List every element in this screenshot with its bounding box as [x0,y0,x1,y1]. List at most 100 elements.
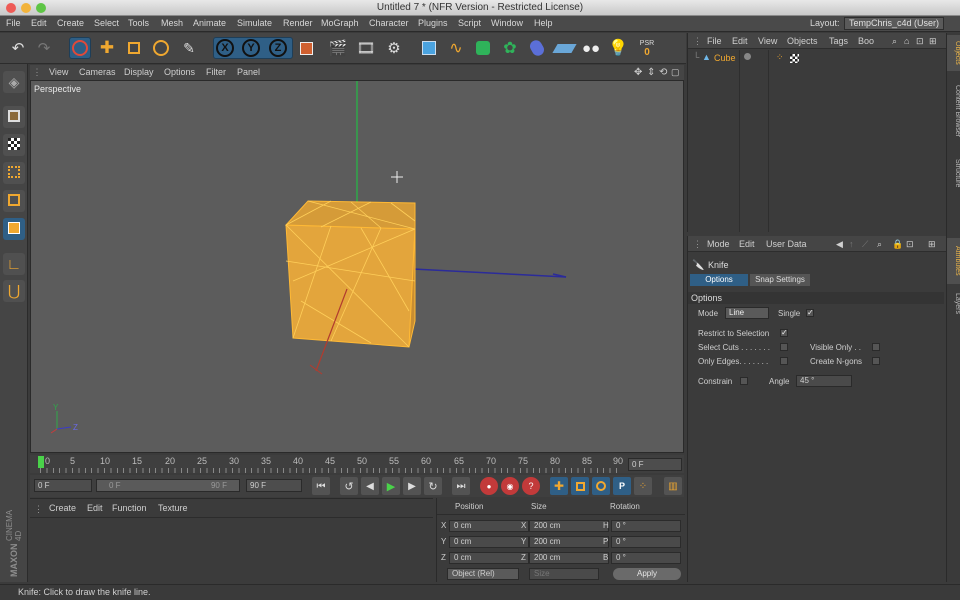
material-menu-edit[interactable]: Edit [87,503,103,513]
menu-render[interactable]: Render [283,18,313,28]
render-picture-viewer-button[interactable]: 🎞 [355,37,377,59]
nurbs-button[interactable] [472,37,494,59]
attributes-menu-mode[interactable]: Mode [707,239,730,249]
y-axis-button[interactable]: Y [240,37,262,59]
menu-help[interactable]: Help [534,18,553,28]
key-pla-button[interactable]: ⁘ [634,477,652,495]
menu-script[interactable]: Script [458,18,481,28]
tab-options[interactable]: Options [690,274,748,286]
deformer-button[interactable] [526,37,548,59]
start-frame-field[interactable]: 0 F [34,479,92,492]
move-button[interactable]: ✚ [96,37,118,59]
layout-select[interactable]: TempChris_c4d (User) [844,17,944,30]
key-scale-button[interactable] [571,477,589,495]
search-icon[interactable]: ⌕ [877,239,882,250]
size-x-field[interactable]: 200 cm [529,520,609,532]
list-item[interactable]: └ ▲ Cube ⁘ [690,51,944,65]
render-settings-button[interactable]: ⚙ [383,37,405,59]
scale-button[interactable] [123,37,145,59]
rot-p-field[interactable]: 0 ° [611,536,681,548]
attributes-menu-user-data[interactable]: User Data [766,239,807,249]
select-cuts-checkbox[interactable] [780,343,788,351]
viewport-menu-cameras[interactable]: Cameras [79,67,116,77]
size-z-field[interactable]: 200 cm [529,552,609,564]
menu-character[interactable]: Character [369,18,409,28]
single-checkbox[interactable]: ✓ [806,309,814,317]
pos-y-field[interactable]: 0 cm [449,536,529,548]
viewport-menu-panel[interactable]: Panel [237,67,260,77]
objects-menu-edit[interactable]: Edit [732,36,748,46]
playhead-marker[interactable] [38,456,44,468]
goto-end-button[interactable]: ⏭ [452,477,470,495]
size-mode-select[interactable]: Size [529,568,599,580]
end-frame-field[interactable]: 90 F [246,479,302,492]
forward-arrow-icon[interactable]: ⟋ [862,239,868,250]
rotate-button[interactable] [150,37,172,59]
timeline-ruler[interactable]: 0 5 10 15 20 25 30 35 40 45 50 55 60 65 … [30,455,684,473]
zoom-view-icon[interactable]: ⇕ [647,67,655,78]
menu-mograph[interactable]: MoGraph [321,18,359,28]
edges-mode-button[interactable] [3,190,25,212]
new-view-icon[interactable]: ⊡ [916,36,924,47]
restrict-to-selection-checkbox[interactable]: ✓ [780,329,788,337]
tab-content-browser[interactable]: Content Browser [947,75,960,147]
model-mode-button[interactable] [3,106,25,128]
undo-button[interactable]: ↶ [7,37,29,59]
texture-mode-button[interactable] [3,134,25,156]
up-arrow-icon[interactable]: ↑ [849,239,854,249]
pan-view-icon[interactable]: ✥ [634,67,642,78]
pos-x-field[interactable]: 0 cm [449,520,529,532]
viewport-menu-filter[interactable]: Filter [206,67,226,77]
menu-create[interactable]: Create [57,18,84,28]
maximize-view-icon[interactable]: ▢ [671,67,680,78]
tab-layers[interactable]: Layers [947,288,960,320]
x-axis-button[interactable]: X [214,37,236,59]
record-keys-button[interactable]: ● [480,477,498,495]
objects-menu-view[interactable]: View [758,36,777,46]
render-view-button[interactable]: 🎬 [327,37,349,59]
spline-button[interactable]: ∿ [445,37,467,59]
floor-button[interactable] [552,37,577,59]
points-mode-button[interactable] [3,162,25,184]
preview-range-slider[interactable]: 0 F 90 F [96,479,240,492]
autokey-button[interactable]: ◉ [501,477,519,495]
menu-file[interactable]: File [6,18,21,28]
x-axis-handle[interactable] [412,268,567,278]
constrain-checkbox[interactable] [740,377,748,385]
z-axis-button[interactable]: Z [267,37,289,59]
menu-window[interactable]: Window [491,18,523,28]
back-arrow-icon[interactable]: ◀ [836,239,843,250]
timeline-window-button[interactable]: ▥ [664,477,682,495]
camera-button[interactable]: ●● [580,37,602,59]
coordinate-mode-select[interactable]: Object (Rel) [447,568,519,580]
tab-snap-settings[interactable]: Snap Settings [750,274,810,286]
objects-menu-tags[interactable]: Tags [829,36,848,46]
psr-button[interactable]: PSR 0 [634,37,660,59]
maximize-panel-icon[interactable]: ⊞ [929,36,937,47]
prev-key-button[interactable]: ↺ [340,477,358,495]
search-icon[interactable]: ⌕ [892,36,897,47]
material-menu-function[interactable]: Function [112,503,147,513]
live-selection-button[interactable] [69,37,91,59]
apply-button[interactable]: Apply [613,568,681,580]
attributes-menu-edit[interactable]: Edit [739,239,755,249]
polygons-mode-button[interactable] [3,218,25,240]
array-button[interactable]: ✿ [499,37,521,59]
lock-icon[interactable]: 🔒 [892,239,903,250]
redo-button[interactable]: ↷ [33,37,55,59]
menu-select[interactable]: Select [94,18,119,28]
make-editable-button[interactable]: ◈ [3,71,25,93]
key-parameter-button[interactable]: P [613,477,631,495]
viewport-menu-view[interactable]: View [49,67,68,77]
objects-menu-objects[interactable]: Objects [787,36,818,46]
material-menu-texture[interactable]: Texture [158,503,188,513]
minimize-window-button[interactable] [21,3,31,13]
mode-select[interactable]: Line [725,307,769,319]
axis-mode-button[interactable]: ∟ [3,253,25,275]
close-window-button[interactable] [6,3,16,13]
world-coords-button[interactable] [295,37,317,59]
key-rotation-button[interactable] [592,477,610,495]
menu-simulate[interactable]: Simulate [237,18,272,28]
only-edges-checkbox[interactable] [780,357,788,365]
tab-attributes[interactable]: Attributes [947,238,960,284]
